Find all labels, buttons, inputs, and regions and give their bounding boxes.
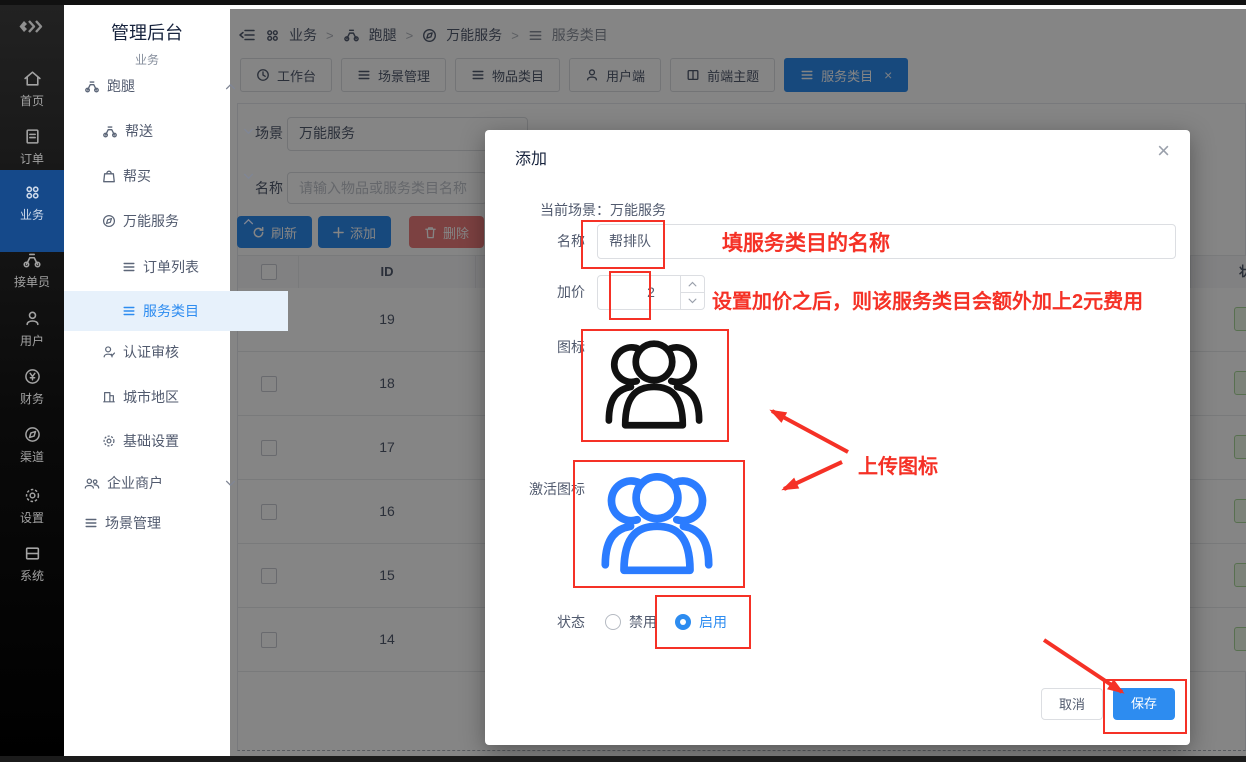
price-number-input[interactable]: 2	[597, 275, 705, 310]
sidebar-item-label: 城市地区	[123, 389, 179, 405]
radio-enabled-label[interactable]: 启用	[699, 612, 727, 632]
rail-item-label: 设置	[0, 509, 64, 526]
chevron-up-icon	[243, 218, 254, 225]
sidebar-item-paotui[interactable]: 跑腿	[64, 66, 250, 106]
rail-item-finance[interactable]: 财务	[0, 368, 64, 407]
dialog-title: 添加	[515, 145, 547, 169]
rail-item-users[interactable]: 用户	[0, 310, 64, 349]
rail-item-label: 业务	[0, 206, 64, 223]
rail-item-label: 财务	[0, 390, 64, 407]
sidebar-item-auth-review[interactable]: 认证审核	[64, 332, 268, 372]
top-border-strip	[0, 0, 1246, 5]
sidebar-item-label: 服务类目	[143, 303, 199, 319]
sidebar-item-basic-settings[interactable]: 基础设置	[64, 421, 268, 461]
user-check-icon	[102, 345, 116, 359]
rail-item-couriers[interactable]: 接单员	[0, 252, 64, 290]
rail-item-label: 用户	[0, 332, 64, 349]
name-field-label: 名称	[485, 231, 585, 251]
sidebar-item-enterprise[interactable]: 企业商户	[64, 463, 250, 503]
radio-disabled[interactable]	[605, 614, 621, 630]
save-button[interactable]: 保存	[1113, 688, 1175, 720]
annotation-price-tip: 设置加价之后，则该服务类目会额外加上2元费用	[712, 285, 1143, 314]
sidebar-item-label: 基础设置	[123, 433, 179, 449]
close-icon[interactable]: ×	[1157, 140, 1170, 162]
sidebar-item-label: 认证审核	[123, 344, 179, 360]
rail-item-channels[interactable]: 渠道	[0, 426, 64, 465]
sidebar-item-label: 帮送	[125, 123, 153, 139]
chevron-down-icon[interactable]	[681, 293, 704, 309]
active-icon-field-label: 激活图标	[485, 479, 585, 499]
rail-item-label: 接单员	[0, 273, 64, 290]
sidebar-item-label: 企业商户	[107, 475, 163, 491]
rail-item-home[interactable]: 首页	[0, 70, 64, 109]
rail-item-business[interactable]: 业务	[0, 170, 64, 252]
order-doc-icon	[0, 128, 64, 145]
sidebar-item-label: 订单列表	[143, 259, 199, 275]
sidebar-item-label: 跑腿	[107, 78, 135, 94]
sidebar-item-bangmai[interactable]: 帮买	[64, 156, 268, 196]
status-field-label: 状态	[485, 612, 585, 632]
list-icon	[122, 304, 136, 318]
rail-item-orders[interactable]: 订单	[0, 128, 64, 167]
chevron-down-icon	[243, 173, 254, 180]
radio-disabled-label[interactable]: 禁用	[629, 612, 657, 632]
price-field-label: 加价	[485, 282, 585, 302]
group-people-icon-active	[588, 468, 726, 578]
chevron-down-icon	[243, 128, 254, 135]
sidebar-item-label: 场景管理	[105, 515, 161, 531]
sidebar-item-service-category[interactable]: 服务类目	[64, 291, 288, 331]
radio-enabled[interactable]	[675, 614, 691, 630]
sidebar-item-scene-management[interactable]: 场景管理	[64, 503, 250, 543]
finance-coin-icon	[0, 368, 64, 385]
active-icon-upload-preview[interactable]	[575, 463, 739, 583]
rail-item-label: 系统	[0, 567, 64, 584]
icon-rail: 首页 订单 业务 接单员 用户 财务 渠道 设置 系统	[0, 0, 64, 762]
add-dialog: 添加 × 当前场景：万能服务 名称 帮排队 加价 2 图标 激活图标	[485, 130, 1190, 745]
sidebar-item-bangsong[interactable]: 帮送	[64, 111, 268, 151]
annotation-upload-tip: 上传图标	[858, 450, 938, 479]
chevron-down-icon	[225, 480, 236, 487]
rail-item-label: 订单	[0, 150, 64, 167]
list-icon	[84, 516, 98, 530]
annotation-name-tip: 填服务类目的名称	[722, 227, 890, 257]
list-icon	[122, 260, 136, 274]
rail-item-system[interactable]: 系统	[0, 545, 64, 584]
app-title: 管理后台	[64, 19, 230, 45]
building-icon	[102, 390, 116, 404]
home-icon	[0, 70, 64, 87]
gear-icon	[102, 434, 116, 448]
chevron-up-icon[interactable]	[681, 276, 704, 293]
app-logo-icon[interactable]	[0, 18, 64, 35]
current-scene-text: 当前场景：万能服务	[540, 200, 666, 220]
number-spinner	[680, 276, 704, 309]
sidebar-item-city-region[interactable]: 城市地区	[64, 377, 268, 417]
group-people-icon	[593, 336, 715, 432]
system-window-icon	[0, 545, 64, 562]
sidebar-item-wanneng[interactable]: 万能服务	[64, 201, 268, 241]
team-icon	[84, 477, 100, 490]
rail-item-label: 渠道	[0, 448, 64, 465]
sidebar-menu: 管理后台 业务 跑腿 帮送 帮买 万能服务 订单列表 服务类目 认证审核 城市地…	[64, 5, 230, 756]
scooter-icon	[0, 252, 64, 268]
cancel-button[interactable]: 取消	[1041, 688, 1103, 720]
icon-field-label: 图标	[485, 337, 585, 357]
scooter-icon	[84, 80, 100, 93]
business-grid-icon	[0, 184, 64, 201]
scooter-icon	[102, 125, 118, 138]
sidebar-item-label: 帮买	[123, 168, 151, 184]
shopping-bag-icon	[102, 169, 116, 183]
sidebar-item-order-list[interactable]: 订单列表	[64, 247, 288, 287]
compass-icon	[0, 426, 64, 443]
chevron-up-icon	[225, 83, 236, 90]
user-icon	[0, 310, 64, 327]
sidebar-item-label: 万能服务	[123, 213, 179, 229]
bottom-border-strip	[0, 756, 1246, 762]
compass-icon	[102, 214, 116, 228]
rail-item-settings[interactable]: 设置	[0, 487, 64, 526]
icon-upload-preview[interactable]	[585, 332, 723, 436]
name-field-value: 帮排队	[609, 233, 651, 249]
rail-item-label: 首页	[0, 92, 64, 109]
gear-icon	[0, 487, 64, 504]
